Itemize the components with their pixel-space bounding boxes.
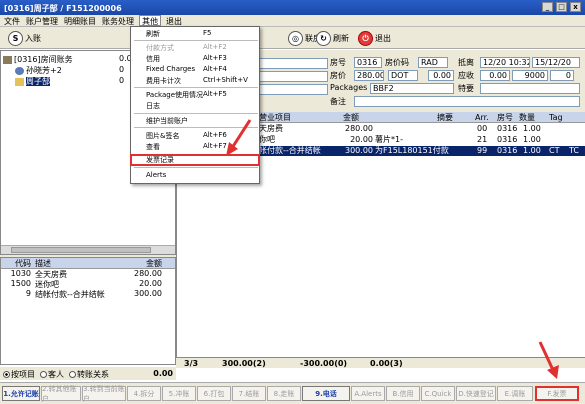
- annotation-arrows: [226, 119, 559, 379]
- arrow-to-invoice-record: [230, 119, 252, 149]
- arrow-to-invoice-key: [538, 341, 555, 371]
